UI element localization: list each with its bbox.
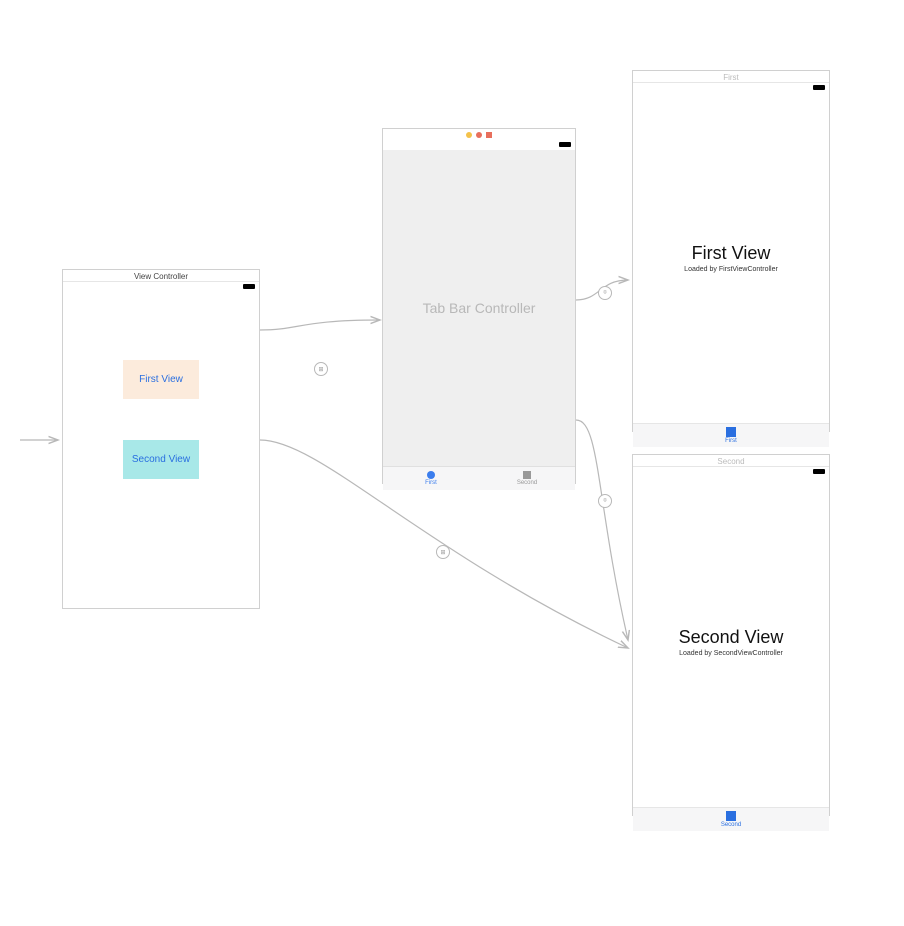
scene-tab-bar-controller[interactable]: Tab Bar Controller First Second [382, 128, 576, 484]
first-view-subtitle: Loaded by FirstViewController [684, 266, 778, 273]
bottom-tab-first[interactable]: First [633, 423, 829, 447]
circle-icon [427, 471, 435, 479]
segue-badge-relationship-second[interactable]: ⌾ [598, 494, 612, 508]
status-bar [63, 282, 259, 292]
battery-icon [559, 142, 571, 147]
battery-icon [243, 284, 255, 289]
second-view-title: Second View [679, 627, 784, 648]
scene-second[interactable]: Second Second View Loaded by SecondViewC… [632, 454, 830, 816]
segue-badge-relationship-first[interactable]: ⌾ [598, 286, 612, 300]
tab-label: Second [721, 822, 741, 828]
status-bar [383, 140, 575, 150]
scene-view-controller[interactable]: View Controller First View Second View [62, 269, 260, 609]
segue-badge-present[interactable]: ⊞ [314, 362, 328, 376]
scene-first[interactable]: First First View Loaded by FirstViewCont… [632, 70, 830, 432]
traffic-light-yellow-icon [466, 132, 472, 138]
tab-bar-body: Tab Bar Controller [383, 150, 575, 466]
status-bar [633, 83, 829, 93]
tab-bar-body-label: Tab Bar Controller [423, 300, 536, 316]
status-bar [633, 467, 829, 477]
tab-bar-item-label: Second [517, 480, 537, 486]
scene-title: Second [633, 455, 829, 467]
first-view-title: First View [692, 243, 771, 264]
tab-icon [726, 811, 736, 821]
first-view-button[interactable]: First View [123, 360, 199, 399]
tab-bar-item-second[interactable]: Second [479, 467, 575, 490]
tab-bar: First Second [383, 466, 575, 490]
tab-bar-item-label: First [425, 480, 437, 486]
traffic-light-red-icon [476, 132, 482, 138]
first-view-content: First View Loaded by FirstViewController [633, 93, 829, 423]
second-view-content: Second View Loaded by SecondViewControll… [633, 477, 829, 807]
battery-icon [813, 469, 825, 474]
scene-title: First [633, 71, 829, 83]
tab-bar-item-first[interactable]: First [383, 467, 479, 490]
bottom-tab-second[interactable]: Second [633, 807, 829, 831]
square-icon [523, 471, 531, 479]
window-chrome [383, 129, 575, 140]
tab-icon [726, 427, 736, 437]
segue-badge-present-second[interactable]: ⊞ [436, 545, 450, 559]
traffic-light-square-icon [486, 132, 492, 138]
second-view-subtitle: Loaded by SecondViewController [679, 650, 783, 657]
scene-title: View Controller [63, 270, 259, 282]
second-view-button[interactable]: Second View [123, 440, 199, 479]
tab-label: First [725, 438, 737, 444]
battery-icon [813, 85, 825, 90]
